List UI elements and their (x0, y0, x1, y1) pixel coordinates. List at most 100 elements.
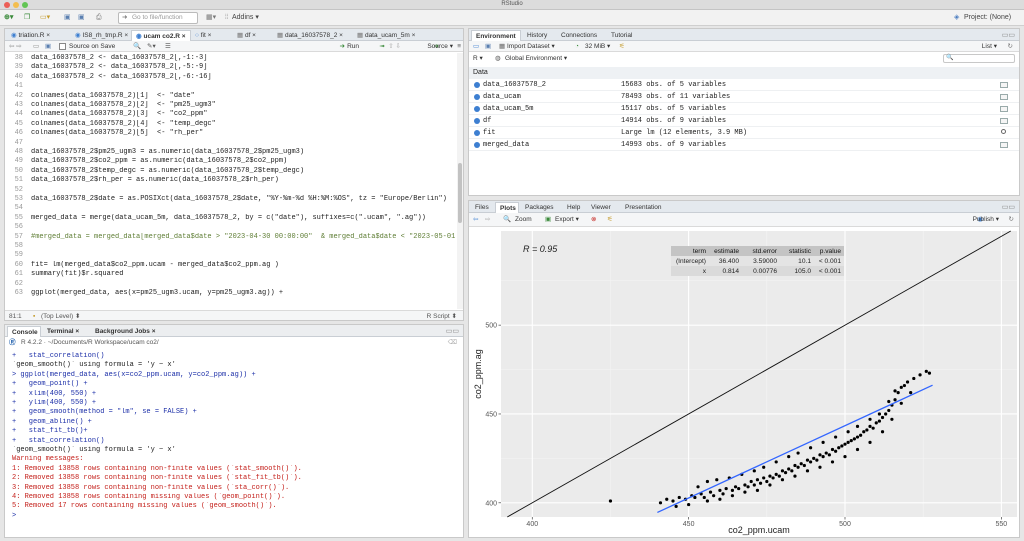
language-select[interactable]: R ▾ (473, 53, 483, 64)
code-line[interactable]: 62 (5, 280, 457, 289)
code-line[interactable]: 63 ggplot(merged_data, aes(x=pm25_ugm3.uc… (5, 289, 457, 298)
refresh-icon[interactable]: ↻ (1008, 41, 1013, 52)
expand-icon[interactable] (474, 94, 480, 100)
code-line[interactable]: 43 colnames(data_16037578_2)[2] <- "pm25_… (5, 101, 457, 110)
environment-row[interactable]: fit Large lm (12 elements, 3.9 MB) (469, 127, 1019, 139)
view-table-icon[interactable] (1000, 118, 1008, 124)
editor-tab-active[interactable]: ◉ ucam co2.R × (131, 30, 191, 41)
editor-scrollbar[interactable] (457, 53, 463, 309)
editor-tab[interactable]: ○ fit × (191, 30, 233, 41)
tab-console[interactable]: Console (7, 326, 41, 337)
console-output[interactable]: + stat_correlation() `geom_smooth()` usin… (5, 351, 463, 537)
expand-icon[interactable] (474, 118, 480, 124)
import-dataset-button[interactable]: Import Dataset ▾ (507, 41, 555, 52)
maximize-pane-icon[interactable]: ▭▭ (1002, 31, 1015, 39)
editor-tab[interactable]: ▦ data_16037578_2 × (273, 30, 353, 41)
code-line[interactable]: 52 (5, 186, 457, 195)
save-icon[interactable]: ▣ (45, 41, 51, 52)
new-file-icon[interactable]: ⊕▾ (4, 13, 13, 23)
open-file-icon[interactable]: ▭▾ (40, 13, 50, 23)
code-line[interactable]: 59 (5, 251, 457, 260)
view-mode-select[interactable]: List ▾ (982, 41, 997, 52)
memory-usage[interactable]: 32 MiB ▾ (585, 41, 610, 52)
tab-viewer[interactable]: Viewer (587, 202, 619, 213)
code-line[interactable]: 44 colnames(data_16037578_2)[3] <- "co2_p… (5, 110, 457, 119)
code-line[interactable]: 41 (5, 82, 457, 91)
code-line[interactable]: 50 data_16037578_2$temp_degc = as.numeric… (5, 167, 457, 176)
code-line[interactable]: 42 colnames(data_16037578_2)[1] <- "date" (5, 92, 457, 101)
environment-search-input[interactable]: 🔍 (943, 54, 1015, 63)
tab-terminal[interactable]: Terminal × (43, 326, 85, 337)
menu-icon[interactable]: ☰ (165, 41, 171, 52)
source-on-save-checkbox[interactable] (59, 43, 66, 50)
addins-menu[interactable]: Addins ▾ (232, 13, 259, 23)
code-line[interactable]: 55 merged_data = merge(data_ucam_5m, data… (5, 214, 457, 223)
tab-environment[interactable]: Environment (471, 30, 521, 41)
broom-icon[interactable]: ⚟ (619, 41, 625, 52)
tab-history[interactable]: History (523, 30, 555, 41)
run-button[interactable]: Run (347, 41, 359, 52)
print-icon[interactable]: ⎙ (96, 13, 102, 23)
view-table-icon[interactable] (1000, 106, 1008, 112)
previous-plot-icon[interactable]: ⇦ (473, 213, 478, 227)
view-table-icon[interactable] (1000, 94, 1008, 100)
navigate-icons[interactable]: ⇧ ⇩ (388, 41, 401, 52)
search-icon[interactable]: 🔍 (133, 41, 141, 52)
tab-plots[interactable]: Plots (495, 202, 519, 213)
broom-icon[interactable]: ⚟ (607, 213, 613, 227)
tab-tutorial[interactable]: Tutorial (607, 30, 643, 41)
addins-icon[interactable]: ⦙⦙ (225, 13, 228, 23)
code-line[interactable]: 39 data_16037578_2 <- data_16037578_2[,-5… (5, 63, 457, 72)
back-arrow-icon[interactable]: ⇦ ⇨ (9, 41, 22, 52)
code-line[interactable]: 46 colnames(data_16037578_2)[5] <- "rh_pe… (5, 129, 457, 138)
code-area[interactable]: 38 data_16037578_2 <- data_16037578_2[,-1… (5, 53, 463, 309)
code-line[interactable]: 56 (5, 223, 457, 232)
code-line[interactable]: 60 fit= lm(merged_data$co2_ppm.ucam - mer… (5, 261, 457, 270)
view-table-icon[interactable] (1000, 82, 1008, 88)
expand-icon[interactable] (474, 106, 480, 112)
environment-row[interactable]: merged_data 14993 obs. of 9 variables (469, 139, 1019, 151)
code-line[interactable]: 45 colnames(data_16037578_2)[4] <- "temp_… (5, 120, 457, 129)
editor-tab[interactable]: ◉ triation.R × (7, 30, 71, 41)
clear-console-icon[interactable]: ⌫ (448, 337, 457, 348)
tab-packages[interactable]: Packages (521, 202, 561, 213)
new-project-icon[interactable]: ❐ (24, 13, 30, 23)
expand-icon[interactable] (474, 82, 480, 88)
editor-tab[interactable]: ▦ df × (233, 30, 273, 41)
environment-row[interactable]: data_ucam_5m 15117 obs. of 5 variables (469, 103, 1019, 115)
environment-row[interactable]: data_ucam 78493 obs. of 11 variables (469, 91, 1019, 103)
code-line[interactable]: 54 (5, 204, 457, 213)
remove-plot-icon[interactable]: ⊗ (591, 213, 596, 227)
view-table-icon[interactable] (1000, 142, 1008, 148)
next-plot-icon[interactable]: ⇨ (485, 213, 490, 227)
save-all-icon[interactable]: ▣ (78, 13, 85, 23)
file-type-selector[interactable]: R Script ⬍ (427, 311, 457, 320)
open-window-icon[interactable]: ▭ (33, 41, 39, 52)
code-line[interactable]: 49 data_16037578_2$co2_ppm = as.numeric(d… (5, 157, 457, 166)
grid-view-icon[interactable]: ▦▾ (206, 13, 216, 23)
tab-background-jobs[interactable]: Background Jobs × (91, 326, 163, 337)
tab-files[interactable]: Files (471, 202, 493, 213)
editor-tab[interactable]: ▦ data_ucam_5m × (353, 30, 423, 41)
publish-button[interactable]: Publish ▾ (973, 213, 999, 227)
expand-icon[interactable] (474, 142, 480, 148)
search-icon[interactable] (1001, 129, 1006, 134)
run-icon[interactable]: ➜ (340, 41, 345, 52)
load-workspace-icon[interactable]: ▭ (473, 41, 479, 52)
rerun-icon[interactable]: ➟ (380, 41, 385, 52)
code-line[interactable]: 53 data_16037578_2$date = as.POSIXct(data… (5, 195, 457, 204)
refresh-icon[interactable]: ↻ (1009, 213, 1014, 227)
scope-select[interactable]: Global Environment ▾ (505, 53, 567, 64)
scope-selector[interactable]: (Top Level) ⬍ (41, 311, 80, 320)
editor-tab[interactable]: ◉ IS8_rh_tmp.R × (71, 30, 131, 41)
code-line[interactable]: 57 #merged_data = merged_data[merged_data… (5, 233, 457, 242)
save-icon[interactable]: ▣ (64, 13, 71, 23)
outline-icon[interactable]: ≡ (457, 41, 461, 52)
code-line[interactable]: 47 (5, 139, 457, 148)
code-line[interactable]: 58 (5, 242, 457, 251)
code-line[interactable]: 38 data_16037578_2 <- data_16037578_2[,-1… (5, 54, 457, 63)
project-menu[interactable]: Project: (None) (964, 13, 1011, 23)
tab-presentation[interactable]: Presentation (621, 202, 673, 213)
code-line[interactable]: 61 summary(fit)$r.squared (5, 270, 457, 279)
environment-row[interactable]: df 14914 obs. of 9 variables (469, 115, 1019, 127)
